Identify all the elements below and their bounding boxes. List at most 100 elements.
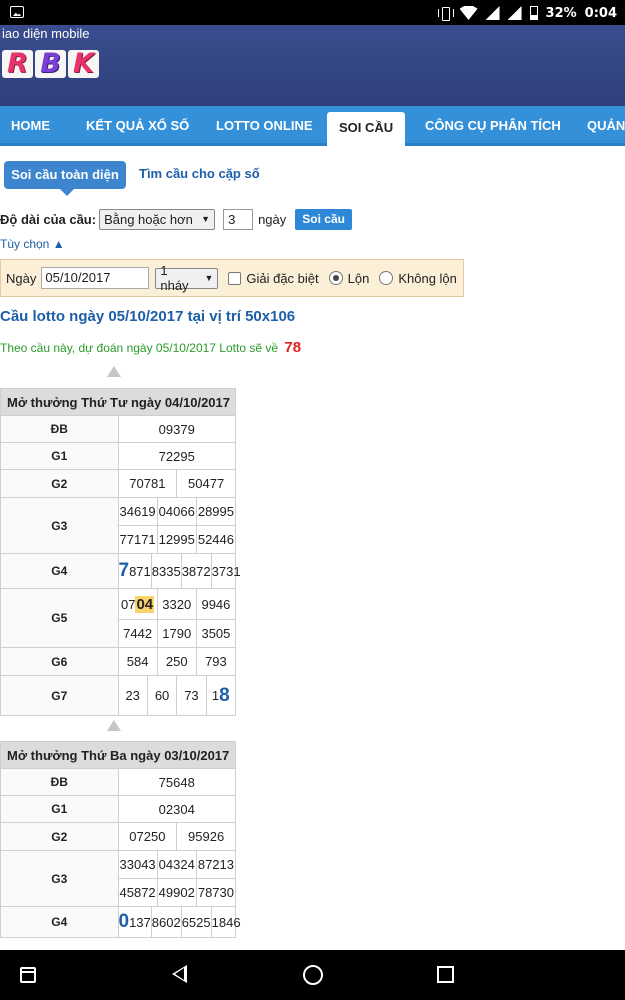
khong-lon-radio[interactable]	[379, 271, 394, 285]
label-g3: G3	[0, 497, 119, 554]
prize-g3: 45872	[119, 885, 156, 900]
label-g1: G1	[0, 442, 119, 470]
nav-lotto-online[interactable]: LOTTO ONLINE	[216, 106, 313, 146]
prize-g2: 50477	[176, 470, 235, 497]
mobile-link[interactable]: iao diện mobile	[2, 26, 89, 41]
recent-apps-icon[interactable]	[437, 966, 454, 983]
gallery-notification-icon	[10, 6, 24, 18]
clock: 0:04	[584, 5, 617, 21]
prize-g2: 95926	[176, 823, 235, 850]
length-options-row: Độ dài của cầu: Bằng hoặc hơn ▼ 3 ngày S…	[0, 207, 352, 231]
prize-g3: 04066	[156, 498, 196, 525]
nav-cong-cu[interactable]: CÔNG CỤ PHÂN TÍCH	[425, 106, 561, 146]
options-toggle[interactable]: Tùy chọn ▲	[0, 237, 65, 251]
label-g4: G4	[0, 553, 119, 589]
signal-icon-2	[507, 6, 522, 20]
label-g4: G4	[0, 906, 119, 938]
up-arrow-icon	[107, 366, 121, 377]
draw-table-2: Mở thưởng Thứ Ba ngày 03/10/2017 ĐB 75648…	[0, 741, 241, 938]
prediction-number: 78	[284, 339, 302, 356]
prize-g4-highlight: 7 871	[119, 554, 151, 588]
prize-g3: 04324	[156, 851, 196, 878]
khong-lon-label: Không lộn	[398, 270, 457, 286]
khong-lon-option[interactable]: Không lộn	[379, 271, 457, 286]
back-icon[interactable]	[172, 965, 187, 983]
lon-radio[interactable]	[328, 271, 343, 285]
jump-select[interactable]: 1 nháy ▼	[155, 263, 219, 293]
tab-soi-cau-toan-dien[interactable]: Soi cầu toàn diện	[4, 161, 126, 196]
prediction-text: Theo cầu này, dự đoán ngày 05/10/2017 Lo…	[0, 341, 279, 355]
length-mode-value: Bằng hoặc hơn	[104, 211, 193, 227]
logo-letter-k: K	[68, 50, 99, 78]
window-icon[interactable]	[20, 967, 36, 983]
battery-icon	[529, 6, 538, 20]
date-label: Ngày	[6, 270, 37, 286]
length-mode-select[interactable]: Bằng hoặc hơn ▼	[99, 208, 216, 230]
lon-label: Lộn	[347, 270, 370, 286]
label-g6: G6	[0, 647, 119, 676]
nav-ket-qua[interactable]: KẾT QUẢ XỔ SỐ	[86, 106, 189, 146]
special-prize-label: Giải đặc biệt	[246, 270, 319, 286]
prize-g5-prefix: 07	[121, 596, 136, 612]
prediction: Theo cầu này, dự đoán ngày 05/10/2017 Lo…	[0, 339, 301, 356]
draw-table-1: Mở thưởng Thứ Tư ngày 04/10/2017 ĐB 09379…	[0, 388, 241, 716]
prize-g5-highlight: 07 04	[119, 589, 157, 619]
prize-g3: 52446	[195, 526, 235, 553]
days-unit: ngày	[258, 211, 287, 227]
chevron-down-icon: ▼	[204, 273, 214, 283]
prize-g5: 3505	[195, 620, 235, 647]
lon-option[interactable]: Lộn	[328, 270, 370, 286]
result-title: Cầu lotto ngày 05/10/2017 tại vị trí 50x…	[0, 308, 296, 325]
wifi-icon	[459, 6, 478, 20]
date-input[interactable]: 05/10/2017	[41, 267, 150, 289]
prize-g4-rest: 137	[129, 914, 151, 930]
days-input[interactable]: 3	[223, 208, 254, 230]
prize-g6: 250	[156, 648, 196, 675]
prize-db: 75648	[117, 768, 236, 796]
logo-letter-b: B	[35, 50, 66, 78]
prize-g6: 584	[126, 654, 149, 669]
prize-g6: 793	[195, 648, 235, 675]
label-g7: G7	[0, 675, 119, 716]
status-bar: 32% 0:04	[0, 0, 625, 25]
prize-g4-rest: 871	[129, 563, 151, 579]
label-g5: G5	[0, 588, 119, 648]
main-nav: HOME KẾT QUẢ XỔ SỐ LOTTO ONLINE SOI CẦU …	[0, 106, 625, 148]
prize-g4: 8602	[150, 907, 181, 937]
label-g2: G2	[0, 822, 119, 851]
prize-g4: 3872	[180, 554, 211, 588]
prize-g3: 33043	[119, 857, 156, 872]
tab-tim-cau[interactable]: Tìm cầu cho cặp số	[139, 166, 260, 181]
prize-g3: 49902	[156, 879, 196, 906]
prize-g4: 8335	[150, 554, 181, 588]
prize-g7: 23	[125, 688, 140, 703]
draw-title: Mở thưởng Thứ Tư ngày 04/10/2017	[0, 388, 236, 416]
nav-quang-cao[interactable]: QUẢNG	[587, 106, 625, 146]
special-prize-option[interactable]: Giải đặc biệt	[228, 270, 319, 286]
length-label: Độ dài của cầu:	[0, 211, 97, 227]
prize-g5: 7442	[123, 626, 153, 641]
jump-select-value: 1 nháy	[160, 263, 189, 293]
site-logo[interactable]: R B K	[2, 50, 99, 78]
prize-g7: 60	[146, 676, 176, 715]
position-digit: 0	[118, 911, 130, 932]
nav-soi-cau[interactable]: SOI CẦU	[327, 112, 406, 148]
prize-g3: 12995	[156, 526, 196, 553]
prize-g4: 6525	[180, 907, 211, 937]
prize-g5: 1790	[156, 620, 196, 647]
prize-g7-prefix: 1	[211, 688, 220, 703]
special-prize-checkbox[interactable]	[228, 271, 242, 285]
home-icon[interactable]	[303, 965, 323, 985]
label-db: ĐB	[0, 415, 119, 443]
position-digit: 7	[118, 560, 130, 581]
label-g1: G1	[0, 795, 119, 823]
prize-g3: 34619	[119, 504, 156, 519]
site-header: iao diện mobile R B K	[0, 25, 625, 106]
filter-box: Ngày 05/10/2017 1 nháy ▼ Giải đặc biệt L…	[0, 259, 464, 297]
nav-home[interactable]: HOME	[11, 106, 50, 146]
logo-letter-r: R	[2, 50, 33, 78]
label-g3: G3	[0, 850, 119, 907]
soi-cau-button[interactable]: Soi cầu	[295, 208, 352, 230]
prize-g2: 07250	[129, 829, 166, 844]
prize-g3: 87213	[195, 851, 235, 878]
